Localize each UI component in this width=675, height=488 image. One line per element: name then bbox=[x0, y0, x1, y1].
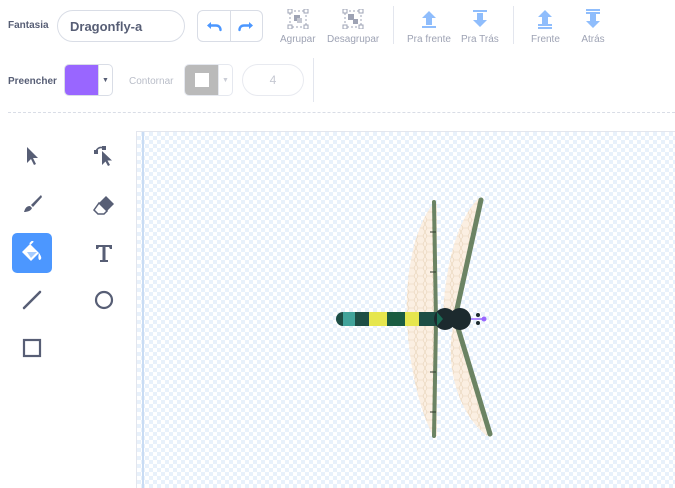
front-button[interactable]: Frente bbox=[531, 8, 560, 45]
group-button[interactable]: Agrupar bbox=[280, 8, 316, 45]
outline-color-swatch[interactable] bbox=[185, 65, 218, 95]
outline-width-input[interactable]: 4 bbox=[242, 64, 304, 96]
paint-editor: Fantasia Agrupar Desagrupar Pra frente P… bbox=[0, 0, 675, 488]
undo-button[interactable] bbox=[198, 11, 230, 41]
text-tool[interactable] bbox=[84, 233, 124, 273]
fill-tool[interactable] bbox=[12, 233, 52, 273]
header-divider bbox=[8, 112, 675, 113]
eraser-icon bbox=[93, 196, 114, 215]
toolbar-divider bbox=[393, 6, 394, 44]
dragonfly-sprite[interactable] bbox=[137, 132, 675, 488]
fill-color-picker[interactable]: ▼ bbox=[64, 64, 113, 96]
forward-label: Pra frente bbox=[407, 34, 451, 45]
back-label: Atrás bbox=[581, 34, 605, 45]
style-divider bbox=[313, 58, 314, 102]
text-icon bbox=[96, 245, 112, 262]
costume-label: Fantasia bbox=[8, 20, 49, 31]
line-tool[interactable] bbox=[12, 280, 52, 320]
back-button[interactable]: Atrás bbox=[581, 8, 605, 45]
forward-button[interactable]: Pra frente bbox=[407, 8, 451, 45]
redo-icon bbox=[238, 22, 254, 32]
redo-button[interactable] bbox=[229, 11, 263, 41]
costume-name-input[interactable] bbox=[57, 10, 185, 42]
outline-color-picker[interactable]: ▼ bbox=[184, 64, 233, 96]
front-icon bbox=[538, 10, 553, 29]
fill-label: Preencher bbox=[8, 76, 57, 87]
ungroup-icon bbox=[342, 9, 364, 29]
paint-bucket-icon bbox=[22, 241, 42, 261]
undo-redo-group bbox=[197, 10, 263, 42]
ungroup-label: Desagrupar bbox=[327, 34, 380, 45]
ungroup-button[interactable]: Desagrupar bbox=[327, 8, 379, 45]
backward-button[interactable]: Pra Trás bbox=[461, 8, 499, 45]
back-icon bbox=[586, 9, 600, 28]
toolbar-divider bbox=[513, 6, 514, 44]
outline-label: Contornar bbox=[129, 76, 174, 87]
reshape-icon bbox=[94, 146, 112, 166]
group-icon bbox=[287, 9, 309, 29]
rectangle-tool[interactable] bbox=[12, 328, 52, 368]
outline-dropdown-icon[interactable]: ▼ bbox=[218, 65, 232, 95]
eraser-tool[interactable] bbox=[84, 184, 124, 224]
front-label: Frente bbox=[531, 34, 560, 45]
drawing-canvas[interactable] bbox=[136, 131, 675, 488]
brush-icon bbox=[24, 195, 42, 212]
circle-icon bbox=[94, 290, 114, 310]
forward-icon bbox=[421, 11, 436, 28]
reshape-tool[interactable] bbox=[84, 136, 124, 176]
rectangle-icon bbox=[22, 338, 42, 358]
undo-icon bbox=[206, 22, 222, 32]
backward-icon bbox=[472, 10, 487, 27]
arrow-pointer-icon bbox=[27, 147, 38, 165]
circle-tool[interactable] bbox=[84, 280, 124, 320]
backward-label: Pra Trás bbox=[461, 34, 499, 45]
group-label: Agrupar bbox=[280, 34, 316, 45]
select-tool[interactable] bbox=[12, 136, 52, 176]
brush-tool[interactable] bbox=[12, 184, 52, 224]
line-icon bbox=[22, 290, 42, 310]
fill-dropdown-icon[interactable]: ▼ bbox=[98, 65, 112, 95]
fill-color-swatch[interactable] bbox=[65, 65, 98, 95]
